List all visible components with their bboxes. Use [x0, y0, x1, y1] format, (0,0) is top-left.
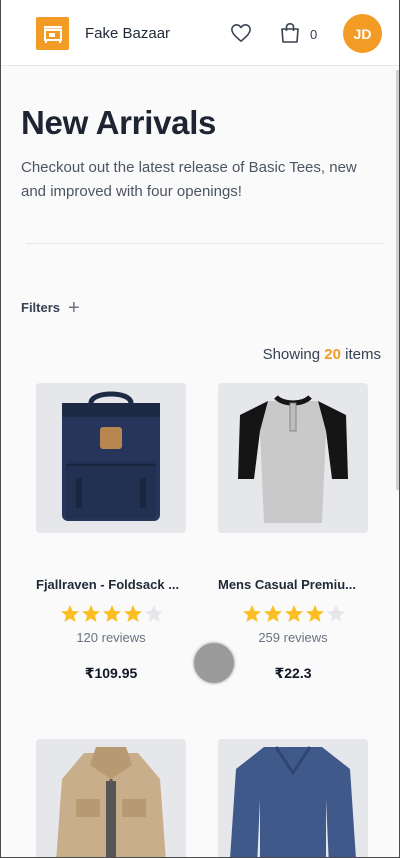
product-name[interactable]: Fjallraven - Foldsack ...: [36, 577, 194, 592]
store-logo-icon[interactable]: [36, 17, 69, 50]
star-filled-icon: [243, 605, 261, 622]
cart-count-badge: 0: [310, 27, 318, 42]
shopping-bag-icon[interactable]: [279, 22, 301, 44]
result-count-prefix: Showing: [262, 346, 321, 363]
page-subtitle: Checkout out the latest release of Basic…: [21, 159, 357, 200]
star-filled-icon: [103, 605, 121, 622]
scrollbar[interactable]: [396, 70, 399, 490]
brand-name[interactable]: Fake Bazaar: [85, 25, 170, 42]
plus-icon: +: [68, 296, 80, 319]
raglan-shirt-image[interactable]: [218, 383, 368, 533]
result-count: Showing 20 items: [263, 346, 381, 363]
product-card[interactable]: Mens Casual Premiu... 259 reviews ₹22.3: [218, 383, 376, 682]
jacket-image[interactable]: [36, 739, 186, 857]
product-name[interactable]: Mens Casual Premiu...: [218, 577, 376, 592]
backpack-image[interactable]: [36, 383, 186, 533]
touch-indicator: [194, 643, 234, 683]
star-filled-icon: [306, 605, 324, 622]
star-empty-icon: [145, 605, 163, 622]
wishlist-heart-icon[interactable]: [230, 23, 252, 43]
review-count: 259 reviews: [258, 630, 328, 645]
star-filled-icon: [82, 605, 100, 622]
page-title: New Arrivals: [21, 104, 217, 141]
star-filled-icon: [124, 605, 142, 622]
product-price: ₹109.95: [84, 665, 138, 681]
star-rating: [218, 604, 376, 624]
filters-label: Filters: [21, 300, 61, 315]
product-card[interactable]: [36, 739, 194, 857]
app-frame: Fake Bazaar 0 JD New Arrivals Checkout o…: [0, 0, 400, 858]
filters-toggle[interactable]: Filters +: [21, 296, 80, 319]
section-divider: [26, 243, 384, 244]
star-rating: [36, 604, 194, 624]
star-filled-icon: [61, 605, 79, 622]
user-avatar[interactable]: JD: [343, 14, 382, 53]
review-count: 120 reviews: [76, 630, 146, 645]
top-navbar: Fake Bazaar 0 JD: [1, 0, 399, 66]
product-card[interactable]: [218, 739, 376, 857]
star-filled-icon: [264, 605, 282, 622]
long-sleeve-shirt-image[interactable]: [218, 739, 368, 857]
star-filled-icon: [285, 605, 303, 622]
result-count-value: 20: [324, 346, 341, 363]
product-price: ₹22.3: [274, 665, 312, 681]
result-count-suffix: items: [345, 346, 381, 363]
product-card[interactable]: Fjallraven - Foldsack ... 120 reviews ₹1…: [36, 383, 194, 682]
star-empty-icon: [327, 605, 345, 622]
